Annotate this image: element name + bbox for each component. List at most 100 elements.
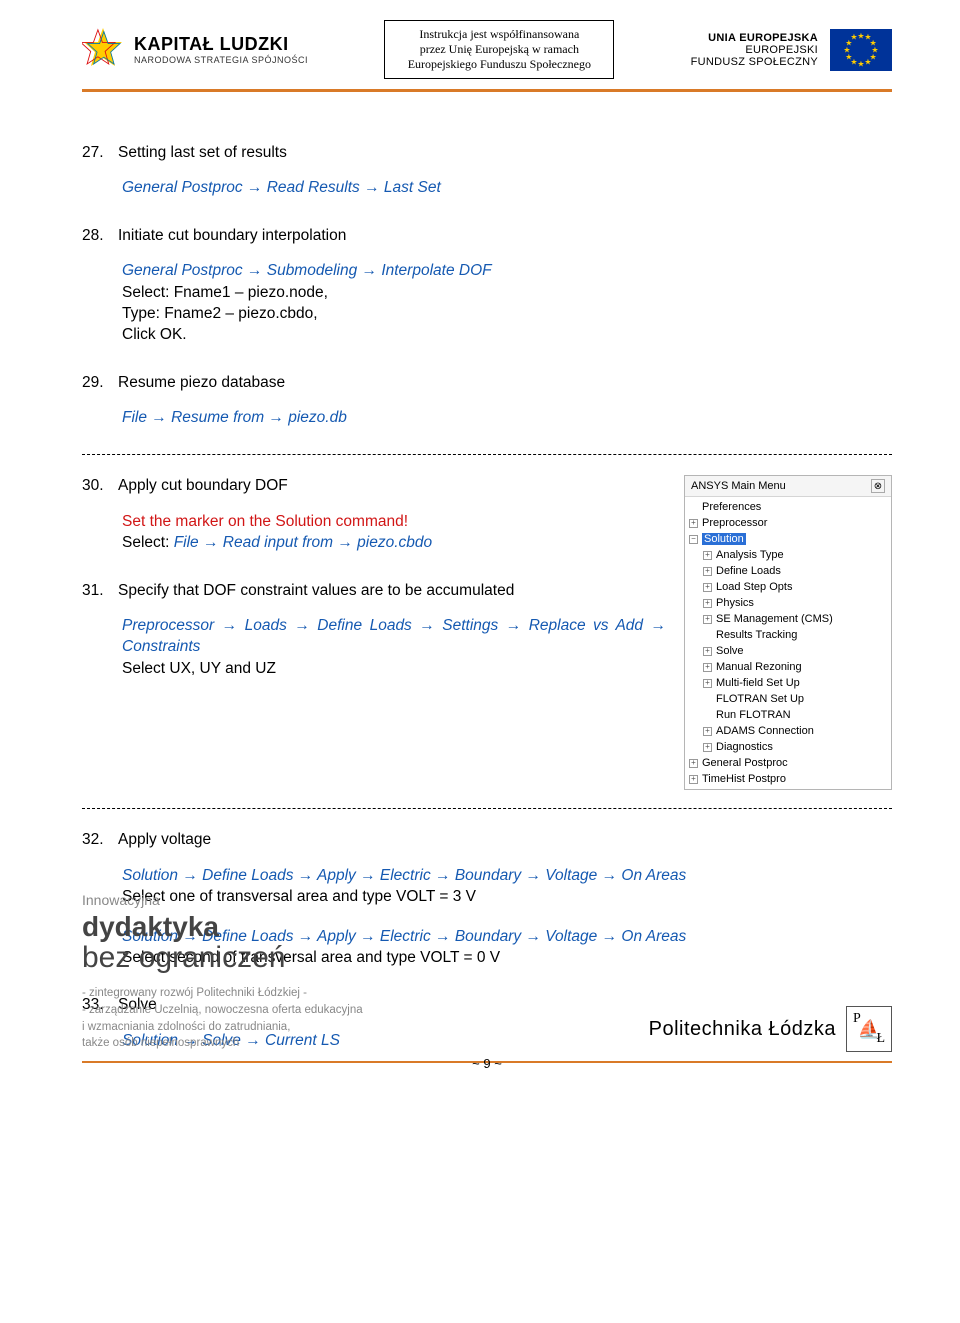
menu-label: Solution (702, 533, 746, 545)
menu-label: Solve (716, 645, 744, 657)
menu-item-define-loads[interactable]: + Define Loads (685, 563, 891, 579)
menu-path: Preprocessor → Loads → Define Loads → Se… (122, 615, 666, 658)
footer-line: - zintegrowany rozwój Politechniki Łódzk… (82, 985, 363, 1002)
menu-item-run-flotran[interactable]: Run FLOTRAN (685, 707, 891, 723)
menu-item-multi-field-set-up[interactable]: +Multi-field Set Up (685, 675, 891, 691)
ansys-main-menu[interactable]: ANSYS Main Menu ⊗ Preferences + Preprocess… (684, 475, 892, 790)
menu-path: File → Resume from → piezo.db (122, 407, 892, 428)
menu-label: FLOTRAN Set Up (716, 693, 804, 705)
expand-icon[interactable]: + (703, 727, 712, 736)
menu-item-solution[interactable]: −Solution (685, 531, 891, 547)
expand-icon[interactable]: + (689, 775, 698, 784)
expand-icon[interactable]: + (703, 551, 712, 560)
footer-word2: dydaktyka (82, 911, 219, 942)
menu-item-se-management-cms-[interactable]: + SE Management (CMS) (685, 611, 891, 627)
expand-icon[interactable]: + (703, 583, 712, 592)
expand-icon[interactable]: + (689, 759, 698, 768)
expand-icon[interactable]: + (703, 599, 712, 608)
section-divider (82, 808, 892, 809)
menu-item-timehist-postpro[interactable]: + TimeHist Postpro (685, 771, 891, 787)
menu-path: Solution → Define Loads → Apply → Electr… (122, 865, 892, 886)
footer-line: i wzmacniania zdolności do zatrudniania, (82, 1019, 363, 1036)
expand-icon[interactable]: + (703, 743, 712, 752)
step-line: Select: Fname1 – piezo.node, (122, 282, 892, 303)
footer-line: - zarządzanie Uczelnią, nowoczesna ofert… (82, 1002, 363, 1019)
warning-text: Set the marker on the Solution command! (122, 511, 666, 532)
step-num: 31. (82, 580, 112, 601)
menu-label: General Postproc (702, 757, 788, 769)
menu-title: ANSYS Main Menu (691, 480, 786, 492)
eu-l3: FUNDUSZ SPOŁECZNY (691, 56, 818, 68)
menu-item-adams-connection[interactable]: +ADAMS Connection (685, 723, 891, 739)
header-rule (82, 89, 892, 92)
step-title: Apply cut boundary DOF (118, 475, 288, 496)
menu-item-preferences[interactable]: Preferences (685, 499, 891, 515)
menu-item-general-postproc[interactable]: + General Postproc (685, 755, 891, 771)
expand-icon[interactable]: − (689, 535, 698, 544)
logo-kapital-ludzki: KAPITAŁ LUDZKI NARODOWA STRATEGIA SPÓJNO… (82, 26, 308, 74)
step-num: 28. (82, 225, 112, 246)
page-footer: Innowacyjna dydaktyka bez ograniczeń - z… (82, 892, 892, 1071)
menu-label: SE Management (CMS) (716, 613, 833, 625)
step-title: Apply voltage (118, 829, 211, 850)
menu-path: File → Read input from → piezo.cbdo (174, 534, 432, 551)
step-title: Setting last set of results (118, 142, 287, 163)
step-num: 30. (82, 475, 112, 496)
menu-tree[interactable]: Preferences+Preprocessor−Solution+Analys… (685, 497, 891, 789)
expand-icon[interactable]: + (703, 567, 712, 576)
step-title: Resume piezo database (118, 372, 285, 393)
menu-label: Results Tracking (716, 629, 797, 641)
menu-label: Preferences (702, 501, 761, 513)
menu-label: Manual Rezoning (716, 661, 802, 673)
menu-label: Diagnostics (716, 741, 773, 753)
page-number: ~ 9 ~ (82, 1056, 892, 1071)
menu-collapse-icon[interactable]: ⊗ (871, 479, 885, 493)
eu-flag-icon: ★★★★★★★★★★★★ (830, 29, 892, 71)
pl-name: Politechnika Łódzka (649, 1018, 836, 1041)
menu-label: Load Step Opts (716, 581, 792, 593)
menu-item-preprocessor[interactable]: + Preprocessor (685, 515, 891, 531)
menu-label: Run FLOTRAN (716, 709, 791, 721)
step-line: Click OK. (122, 324, 892, 345)
menu-item-load-step-opts[interactable]: + Load Step Opts (685, 579, 891, 595)
page-header: KAPITAŁ LUDZKI NARODOWA STRATEGIA SPÓJNO… (82, 20, 892, 79)
menu-path: General Postproc → Submodeling → Interpo… (122, 260, 892, 281)
menu-item-diagnostics[interactable]: + Diagnostics (685, 739, 891, 755)
menu-item-manual-rezoning[interactable]: + Manual Rezoning (685, 659, 891, 675)
expand-icon[interactable]: + (703, 679, 712, 688)
menu-label: Define Loads (716, 565, 781, 577)
expand-icon[interactable]: + (703, 615, 712, 624)
header-note-l2: przez Unię Europejską w ramach (393, 42, 605, 57)
step-num: 32. (82, 829, 112, 850)
menu-label: Analysis Type (716, 549, 784, 561)
eu-l1: UNIA EUROPEJSKA (691, 32, 818, 44)
politechnika-logo: Politechnika Łódzka P⛵Ł (649, 1006, 892, 1052)
section-divider (82, 454, 892, 455)
footer-word3: bez ograniczeń (82, 941, 285, 974)
expand-icon[interactable]: + (703, 647, 712, 656)
expand-icon[interactable]: + (703, 663, 712, 672)
footer-word1: Innowacyjna (82, 892, 363, 908)
menu-label: TimeHist Postpro (702, 773, 786, 785)
menu-path: General Postproc → Read Results → Last S… (122, 177, 892, 198)
step-num: 29. (82, 372, 112, 393)
step-line: Type: Fname2 – piezo.cbdo, (122, 303, 892, 324)
header-note-l3: Europejskiego Funduszu Społecznego (393, 57, 605, 72)
footer-line: także osób niepełnosprawnych (82, 1035, 363, 1052)
step-num: 27. (82, 142, 112, 163)
header-note: Instrukcja jest współfinansowana przez U… (384, 20, 614, 79)
menu-item-flotran-set-up[interactable]: FLOTRAN Set Up (685, 691, 891, 707)
menu-item-results-tracking[interactable]: Results Tracking (685, 627, 891, 643)
menu-label: Preprocessor (702, 517, 767, 529)
expand-icon[interactable]: + (689, 519, 698, 528)
step-line: Select: (122, 534, 174, 551)
menu-label: Physics (716, 597, 754, 609)
menu-item-physics[interactable]: + Physics (685, 595, 891, 611)
kl-sub: NARODOWA STRATEGIA SPÓJNOŚCI (134, 55, 308, 65)
menu-item-solve[interactable]: + Solve (685, 643, 891, 659)
eu-l2: EUROPEJSKI (691, 44, 818, 56)
pl-crest-icon: P⛵Ł (846, 1006, 892, 1052)
step-title: Specify that DOF constraint values are t… (118, 580, 514, 601)
menu-item-analysis-type[interactable]: + Analysis Type (685, 547, 891, 563)
kl-title: KAPITAŁ LUDZKI (134, 34, 308, 55)
